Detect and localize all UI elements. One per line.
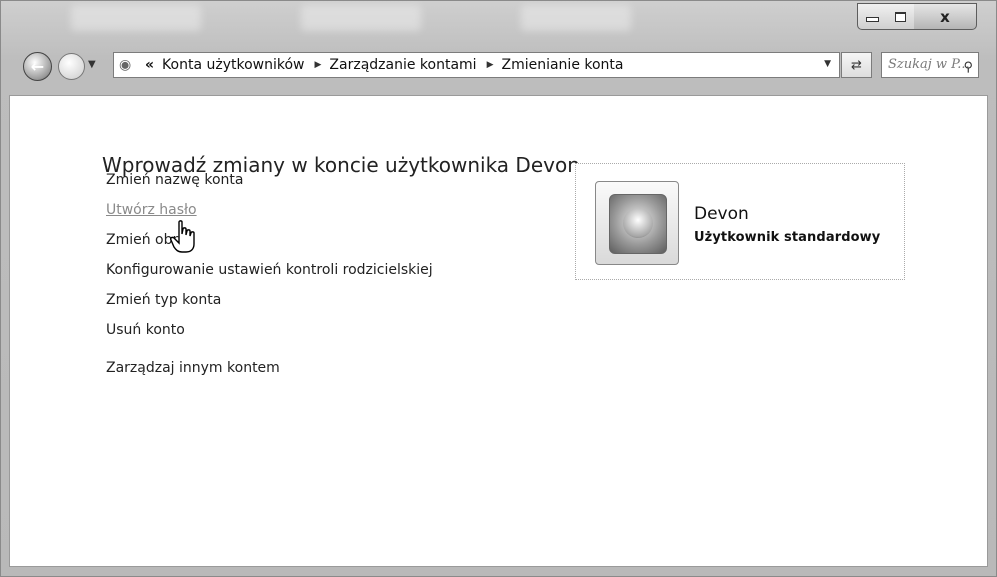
close-button[interactable]: x [914,3,977,30]
user-picture-icon [609,194,667,254]
breadcrumb-separator-icon[interactable]: ▶ [315,60,322,70]
blurred-taskbar-hint [521,5,631,31]
forward-button[interactable] [58,53,85,80]
account-type-label: Użytkownik standardowy [694,230,881,245]
hand-cursor-icon [170,220,195,253]
task-parental-controls[interactable]: Konfigurowanie ustawień kontroli rodzici… [106,262,433,278]
breadcrumb-separator-icon[interactable]: ▶ [487,60,494,70]
back-button[interactable]: ← [23,52,52,81]
user-card: Devon Użytkownik standardowy [575,163,905,280]
address-bar[interactable]: ◉ « Konta użytkowników ▶ Zarządzanie kon… [113,52,840,78]
address-dropdown-icon[interactable]: ▼ [824,59,831,69]
avatar [595,181,679,265]
refresh-icon: ⇄ [851,57,862,73]
breadcrumb-overflow[interactable]: « [145,57,154,73]
users-icon: ◉ [119,57,132,73]
blurred-taskbar-hint [301,5,421,31]
search-input[interactable]: Szukaj w P... ⚲ [881,52,979,78]
minimize-button[interactable] [857,3,887,30]
task-manage-another-account[interactable]: Zarządzaj innym kontem [106,360,280,376]
explorer-window: x ← ▼ ◉ « Konta użytkowników ▶ Zarządzan… [0,0,997,577]
task-delete-account[interactable]: Usuń konto [106,322,185,338]
task-create-password[interactable]: Utwórz hasło [106,202,197,218]
title-bar: x [1,1,996,37]
breadcrumb-zarzadzanie-kontami[interactable]: Zarządzanie kontami [329,57,476,73]
task-rename-account[interactable]: Zmień nazwę konta [106,172,243,188]
refresh-button[interactable]: ⇄ [841,52,872,78]
search-icon[interactable]: ⚲ [963,56,973,77]
navigation-bar: ← ▼ ◉ « Konta użytkowników ▶ Zarządzanie… [1,39,996,89]
breadcrumb-konta-uzytkownikow[interactable]: Konta użytkowników [162,57,304,73]
maximize-button[interactable] [886,3,915,30]
recent-pages-dropdown[interactable]: ▼ [88,59,96,70]
user-name: Devon [694,204,749,224]
back-arrow-icon: ← [30,57,45,76]
breadcrumb-zmienianie-konta[interactable]: Zmienianie konta [501,57,623,73]
search-placeholder: Szukaj w P... [888,57,970,72]
task-change-account-type[interactable]: Zmień typ konta [106,292,221,308]
content-pane: Wprowadź zmiany w koncie użytkownika Dev… [9,95,988,567]
blurred-taskbar-hint [71,5,201,31]
